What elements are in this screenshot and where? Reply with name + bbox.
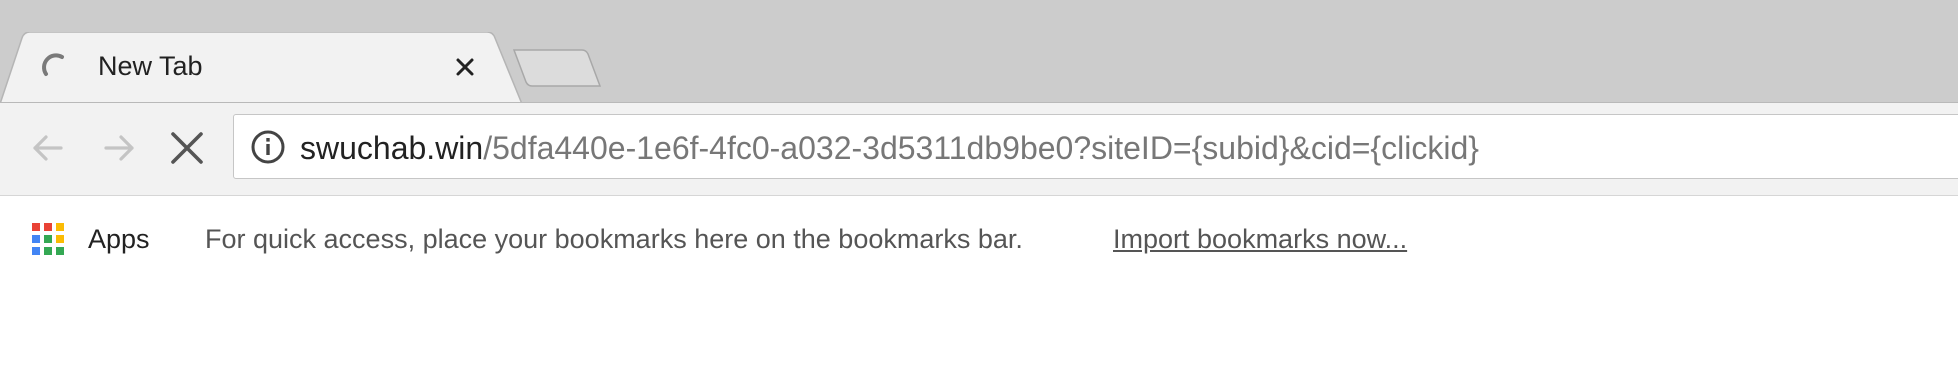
bookmarks-bar: Apps For quick access, place your bookma… [0, 195, 1958, 293]
apps-shortcut[interactable]: Apps [88, 222, 150, 256]
arrow-left-icon [33, 135, 63, 161]
info-icon[interactable] [250, 129, 286, 165]
url-path: /5dfa440e-1e6f-4fc0-a032-3d5311db9be0?si… [483, 130, 1479, 166]
forward-button[interactable] [96, 125, 142, 171]
arrow-right-icon [104, 135, 134, 161]
url-text[interactable]: swuchab.win/5dfa440e-1e6f-4fc0-a032-3d53… [300, 129, 1479, 167]
new-tab-button[interactable] [512, 48, 604, 90]
bookmarks-hint-text: For quick access, place your bookmarks h… [205, 224, 1023, 254]
loading-spinner-icon [42, 53, 64, 76]
stop-x-icon [171, 132, 203, 164]
url-host: swuchab.win [300, 130, 484, 166]
tab-title: New Tab [98, 51, 203, 81]
address-bar[interactable]: swuchab.win/5dfa440e-1e6f-4fc0-a032-3d53… [233, 114, 1958, 179]
import-bookmarks-link[interactable]: Import bookmarks now... [1113, 222, 1407, 256]
toolbar: swuchab.win/5dfa440e-1e6f-4fc0-a032-3d53… [0, 102, 1958, 195]
back-button[interactable] [25, 125, 71, 171]
stop-button[interactable] [164, 125, 210, 171]
apps-grid-icon[interactable] [32, 223, 64, 255]
tab-shape [0, 32, 523, 104]
close-icon[interactable] [450, 52, 480, 82]
tab-strip: New Tab [0, 0, 1958, 104]
tab-new-tab[interactable]: New Tab [0, 32, 525, 104]
page-content [0, 292, 1958, 375]
